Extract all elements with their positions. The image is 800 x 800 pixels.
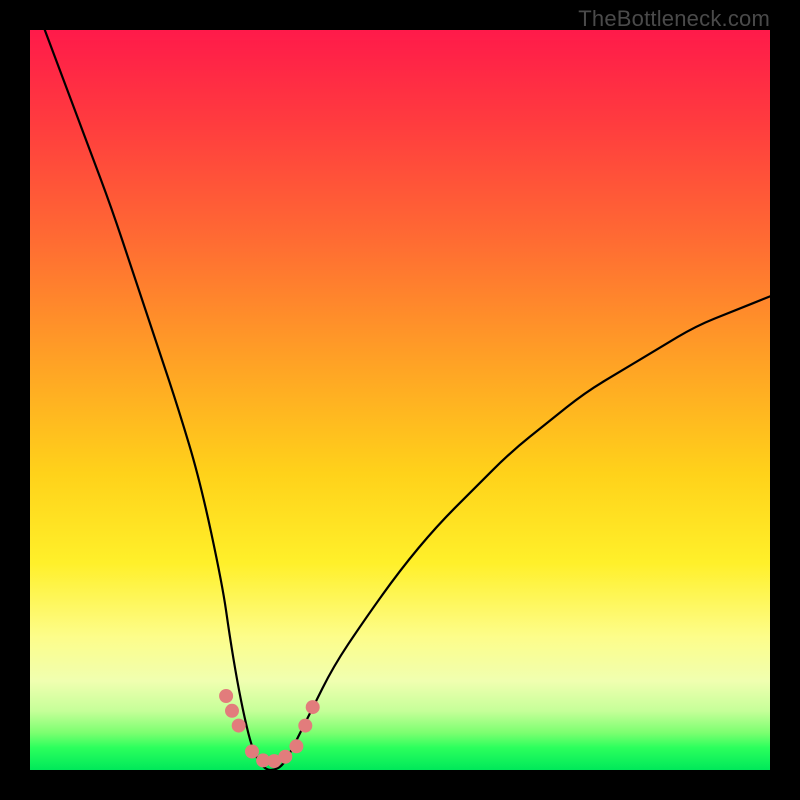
marker-point [225, 704, 239, 718]
plot-area [30, 30, 770, 770]
marker-point [232, 719, 246, 733]
chart-frame: TheBottleneck.com [0, 0, 800, 800]
highlight-markers [219, 689, 320, 768]
marker-point [219, 689, 233, 703]
bottleneck-curve [45, 30, 770, 770]
marker-point [245, 745, 259, 759]
curve-svg [30, 30, 770, 770]
marker-point [298, 719, 312, 733]
watermark-text: TheBottleneck.com [578, 6, 770, 32]
marker-point [289, 739, 303, 753]
marker-point [278, 750, 292, 764]
marker-point [306, 700, 320, 714]
